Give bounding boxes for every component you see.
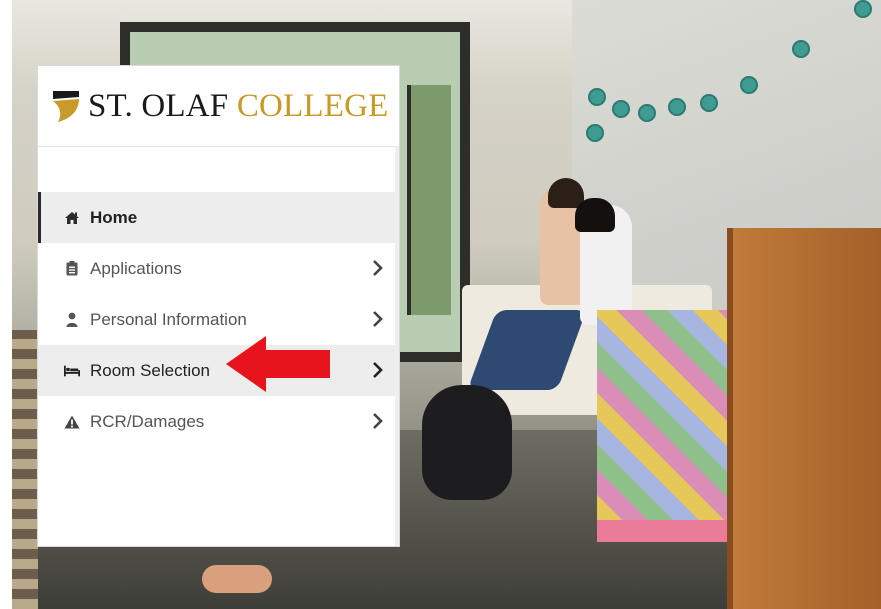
chevron-right-icon xyxy=(373,311,383,327)
sidebar-menu: Home Applications Personal Information R… xyxy=(38,192,399,447)
sidebar-item-rcr-damages[interactable]: RCR/Damages xyxy=(38,396,399,447)
chevron-right-icon xyxy=(373,260,383,276)
sidebar-item-label: Home xyxy=(90,207,138,227)
dresser xyxy=(727,228,881,609)
navigation-panel: ST. OLAF COLLEGE Home Applications Perso… xyxy=(37,65,400,547)
window-pane xyxy=(407,85,451,315)
chevron-right-icon xyxy=(373,362,383,378)
sidebar-item-label: Personal Information xyxy=(90,309,247,329)
trash-bag xyxy=(422,385,512,500)
bead-garland xyxy=(582,0,881,142)
red-arrow-icon xyxy=(226,336,330,392)
sidebar-item-personal-information[interactable]: Personal Information xyxy=(38,294,399,345)
logo[interactable]: ST. OLAF COLLEGE xyxy=(38,66,399,147)
foot xyxy=(202,565,272,593)
bed-icon xyxy=(64,363,80,379)
college-name: ST. OLAF COLLEGE xyxy=(88,88,389,125)
logo-name-part1: ST. xyxy=(88,87,133,124)
clipboard-icon xyxy=(64,261,80,277)
chevron-right-icon xyxy=(373,413,383,429)
sidebar-item-label: RCR/Damages xyxy=(90,411,205,431)
user-icon xyxy=(64,312,80,328)
warning-icon xyxy=(64,414,80,430)
home-icon xyxy=(64,210,80,226)
scrollbar[interactable] xyxy=(395,146,399,546)
logo-name-part3: COLLEGE xyxy=(236,87,389,124)
hair xyxy=(575,198,615,232)
sidebar-item-label: Applications xyxy=(90,258,182,278)
rug xyxy=(12,330,38,609)
sidebar-item-applications[interactable]: Applications xyxy=(38,243,399,294)
sidebar-item-room-selection[interactable]: Room Selection xyxy=(38,345,399,396)
shield-icon xyxy=(53,91,79,122)
logo-name-part2: OLAF xyxy=(141,87,229,124)
sidebar-item-home[interactable]: Home xyxy=(38,192,399,243)
sidebar-item-label: Room Selection xyxy=(90,360,211,380)
